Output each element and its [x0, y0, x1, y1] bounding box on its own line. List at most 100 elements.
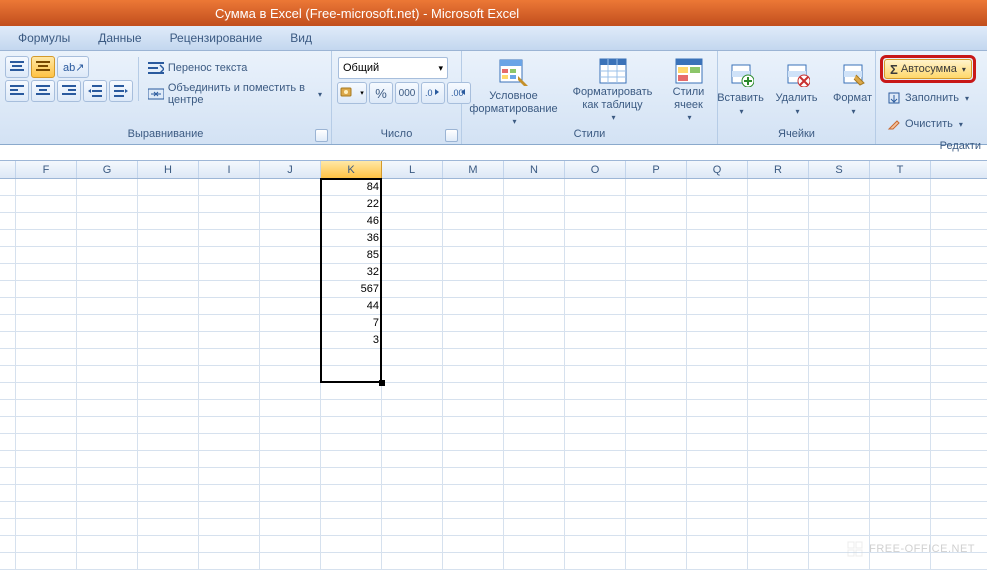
tab-formulas[interactable]: Формулы: [4, 27, 84, 49]
cell[interactable]: [504, 519, 565, 535]
cell[interactable]: [565, 400, 626, 416]
cell[interactable]: [809, 502, 870, 518]
cell[interactable]: [626, 417, 687, 433]
cell[interactable]: [382, 179, 443, 195]
cell[interactable]: [382, 230, 443, 246]
cell[interactable]: [16, 196, 77, 212]
cell[interactable]: [260, 451, 321, 467]
delete-button[interactable]: Удалить▾: [770, 55, 824, 123]
cell[interactable]: [443, 383, 504, 399]
cell[interactable]: [321, 434, 382, 450]
cell[interactable]: [504, 247, 565, 263]
cell[interactable]: [565, 502, 626, 518]
cell[interactable]: [809, 213, 870, 229]
cell[interactable]: [16, 315, 77, 331]
cell[interactable]: [504, 400, 565, 416]
tab-review[interactable]: Рецензирование: [156, 27, 277, 49]
cell[interactable]: [260, 502, 321, 518]
align-middle-button[interactable]: [31, 56, 55, 78]
cell[interactable]: [626, 264, 687, 280]
fill-button[interactable]: Заполнить▾: [882, 87, 974, 109]
cell[interactable]: [260, 349, 321, 365]
cell[interactable]: [748, 434, 809, 450]
col-header-G[interactable]: G: [77, 161, 138, 178]
cell[interactable]: [443, 332, 504, 348]
cell[interactable]: [565, 179, 626, 195]
cell[interactable]: [16, 485, 77, 501]
cell[interactable]: [565, 315, 626, 331]
cell[interactable]: [321, 400, 382, 416]
cell[interactable]: [199, 536, 260, 552]
cell[interactable]: [565, 349, 626, 365]
cell[interactable]: [199, 179, 260, 195]
cell[interactable]: [809, 519, 870, 535]
cell[interactable]: [626, 485, 687, 501]
cell[interactable]: [626, 179, 687, 195]
cell[interactable]: [504, 213, 565, 229]
cell[interactable]: [138, 281, 199, 297]
cell[interactable]: [16, 179, 77, 195]
cell[interactable]: [565, 451, 626, 467]
cell[interactable]: [443, 196, 504, 212]
cell[interactable]: [870, 230, 931, 246]
cell[interactable]: [809, 366, 870, 382]
cell[interactable]: [260, 196, 321, 212]
cell[interactable]: [626, 196, 687, 212]
cell[interactable]: [687, 383, 748, 399]
cell[interactable]: [199, 519, 260, 535]
cell[interactable]: [199, 400, 260, 416]
cell[interactable]: [260, 213, 321, 229]
cell[interactable]: [565, 247, 626, 263]
cell[interactable]: [260, 230, 321, 246]
cell[interactable]: [809, 417, 870, 433]
col-header-O[interactable]: O: [565, 161, 626, 178]
cell[interactable]: [77, 485, 138, 501]
cell[interactable]: [809, 332, 870, 348]
cell[interactable]: [260, 179, 321, 195]
cell[interactable]: [687, 281, 748, 297]
cell[interactable]: [138, 247, 199, 263]
cell[interactable]: [199, 213, 260, 229]
cell[interactable]: [199, 468, 260, 484]
cell[interactable]: [565, 213, 626, 229]
cell[interactable]: [443, 315, 504, 331]
cell[interactable]: [77, 468, 138, 484]
cell[interactable]: [748, 502, 809, 518]
cell[interactable]: [16, 400, 77, 416]
cell[interactable]: [626, 247, 687, 263]
cell[interactable]: [626, 366, 687, 382]
cell[interactable]: [382, 400, 443, 416]
increase-indent-button[interactable]: [109, 80, 133, 102]
cell[interactable]: [870, 315, 931, 331]
cell[interactable]: [687, 230, 748, 246]
cell[interactable]: [870, 196, 931, 212]
cell[interactable]: [138, 366, 199, 382]
cell[interactable]: [199, 281, 260, 297]
cell[interactable]: [687, 213, 748, 229]
cell[interactable]: [260, 247, 321, 263]
cell[interactable]: [809, 247, 870, 263]
cell[interactable]: [748, 451, 809, 467]
cell[interactable]: [809, 468, 870, 484]
cell[interactable]: [321, 502, 382, 518]
cell[interactable]: [565, 519, 626, 535]
cell[interactable]: [443, 434, 504, 450]
cell[interactable]: [260, 400, 321, 416]
cell[interactable]: [77, 230, 138, 246]
cell[interactable]: [77, 536, 138, 552]
cell[interactable]: [687, 519, 748, 535]
cell[interactable]: [138, 502, 199, 518]
cell[interactable]: [626, 536, 687, 552]
cell[interactable]: [138, 383, 199, 399]
cell[interactable]: [565, 230, 626, 246]
cell[interactable]: [626, 332, 687, 348]
col-header-N[interactable]: N: [504, 161, 565, 178]
cell[interactable]: [16, 366, 77, 382]
cell[interactable]: [504, 366, 565, 382]
cell[interactable]: [16, 264, 77, 280]
comma-button[interactable]: 000: [395, 82, 419, 104]
cell[interactable]: [321, 468, 382, 484]
cell[interactable]: [260, 536, 321, 552]
cell[interactable]: [870, 281, 931, 297]
cell[interactable]: [748, 536, 809, 552]
